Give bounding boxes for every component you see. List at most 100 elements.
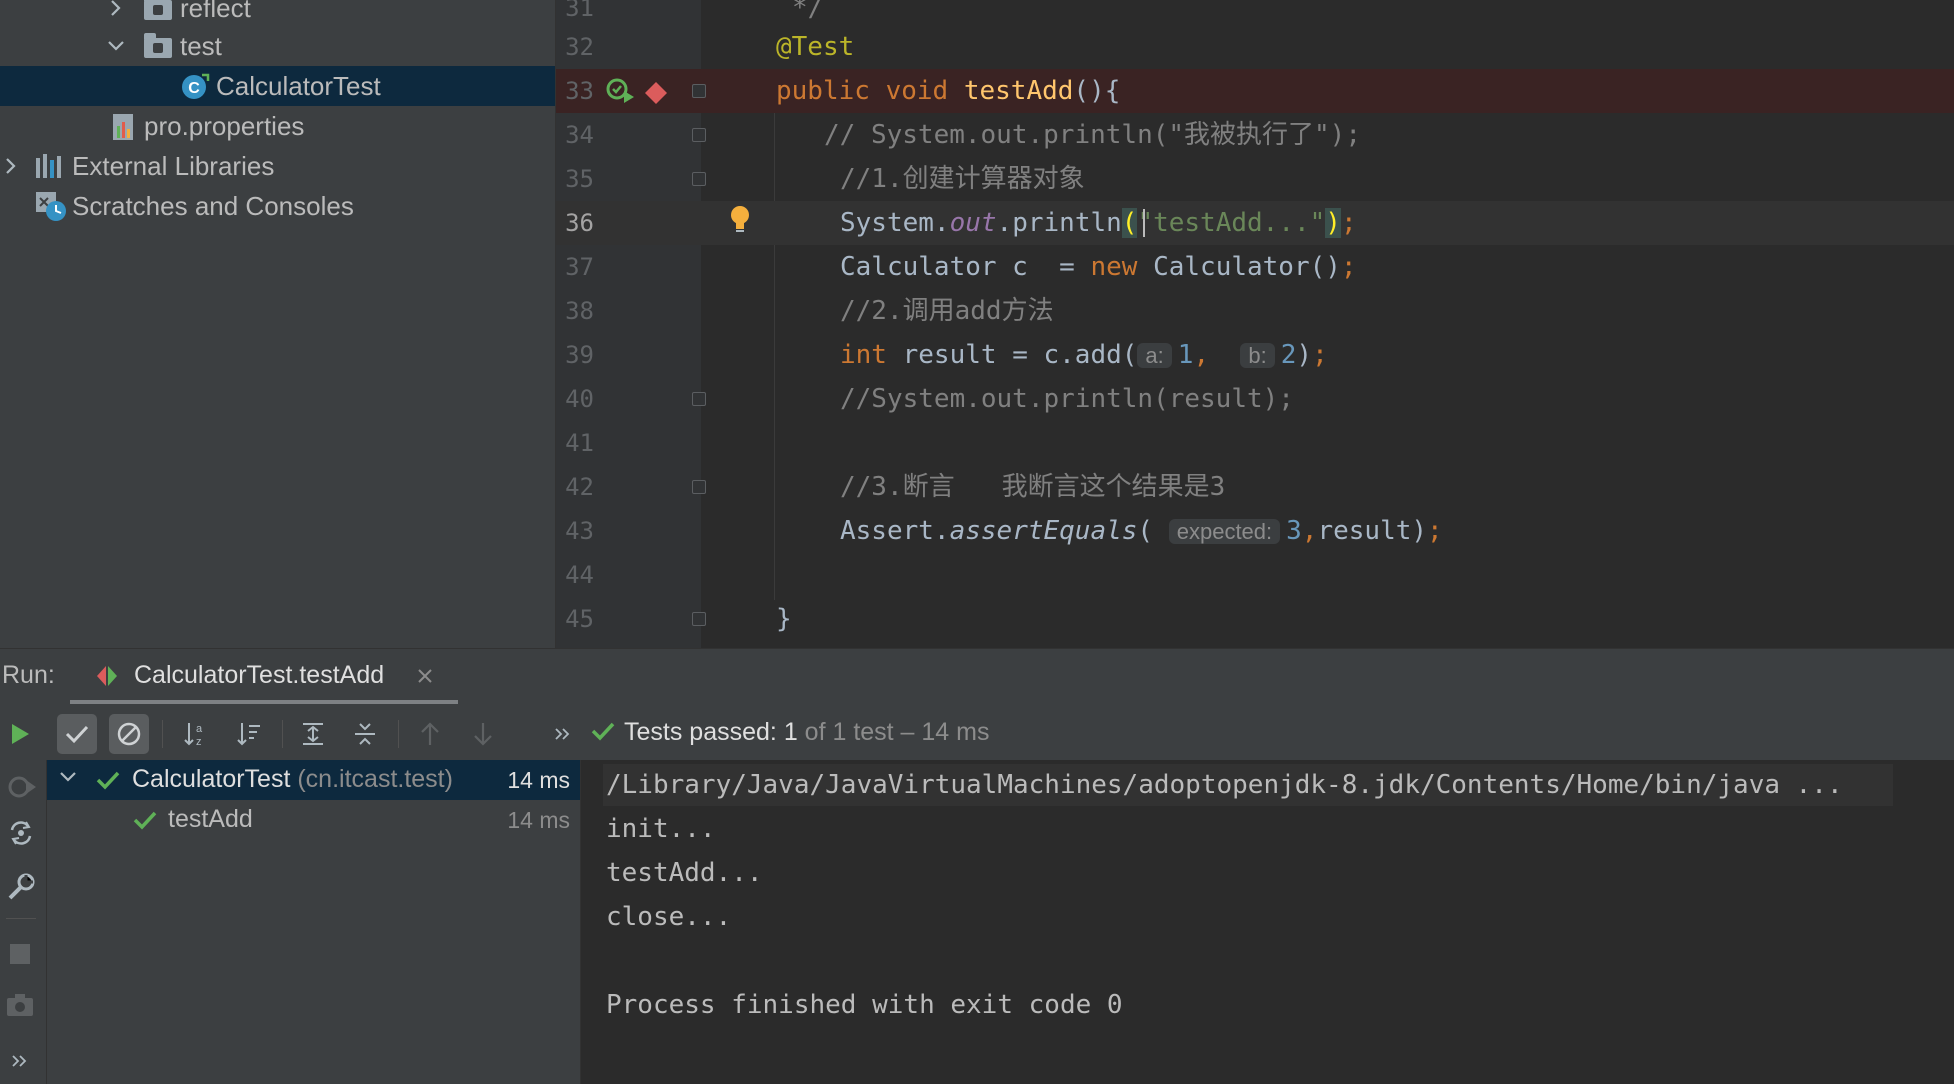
- settings-wrench-icon[interactable]: [6, 872, 36, 907]
- line-number: 44: [565, 561, 594, 589]
- console-exit-line: Process finished with exit code 0: [606, 990, 1123, 1020]
- tree-item-scratches[interactable]: Scratches and Consoles: [0, 186, 555, 226]
- lightbulb-icon[interactable]: [728, 203, 752, 240]
- tree-item-label: External Libraries: [72, 150, 275, 181]
- fold-marker-icon[interactable]: [692, 172, 706, 186]
- code-text: }: [776, 604, 792, 634]
- code-line-40[interactable]: 40 //System.out.println(result);: [556, 377, 1954, 421]
- run-side-toolbar: [0, 760, 47, 1084]
- parameter-hint: b:: [1240, 343, 1275, 368]
- code-text: //3.断言 我断言这个结果是3: [840, 472, 1226, 502]
- line-number: 43: [565, 517, 594, 545]
- breakpoint-icon[interactable]: [644, 81, 668, 110]
- code-text: //2.调用add方法: [840, 296, 1054, 326]
- line-number: 42: [565, 473, 594, 501]
- sort-by-duration-icon[interactable]: [229, 714, 269, 754]
- tree-item-calculatortest[interactable]: C CalculatorTest: [0, 66, 555, 106]
- rerun-button[interactable]: [0, 714, 40, 754]
- line-number: 37: [565, 253, 594, 281]
- close-tab-icon[interactable]: [416, 667, 434, 690]
- line-number: 41: [565, 429, 594, 457]
- test-case-name: testAdd: [168, 805, 253, 833]
- code-line-37[interactable]: 37 Calculator c = new Calculator();: [556, 245, 1954, 289]
- test-suite-row[interactable]: CalculatorTest (cn.itcast.test) 14 ms: [47, 760, 580, 800]
- sort-alphabetically-icon[interactable]: az: [176, 714, 216, 754]
- fold-marker-icon[interactable]: [692, 84, 706, 98]
- previous-failed-test-icon[interactable]: [410, 714, 450, 754]
- code-line-38[interactable]: 38 //2.调用add方法: [556, 289, 1954, 333]
- camera-icon[interactable]: [5, 992, 35, 1023]
- code-text: Assert.assertEquals( expected: 3,result);: [840, 516, 1443, 546]
- test-case-row[interactable]: testAdd 14 ms: [47, 800, 580, 840]
- console-line: close...: [606, 902, 732, 932]
- toggle-auto-test-icon[interactable]: [6, 818, 36, 853]
- next-failed-test-icon[interactable]: [463, 714, 503, 754]
- more-tools-icon[interactable]: [10, 1052, 30, 1075]
- code-line-32[interactable]: 32 @Test: [556, 25, 1954, 69]
- tree-item-label: Scratches and Consoles: [72, 190, 354, 221]
- fold-marker-icon[interactable]: [692, 128, 706, 142]
- console-line: init...: [606, 814, 716, 844]
- stop-icon[interactable]: [8, 942, 32, 971]
- tree-item-label: reflect: [180, 0, 251, 23]
- folder-icon: [144, 33, 172, 58]
- svg-text:C: C: [188, 80, 200, 97]
- line-number: 39: [565, 341, 594, 369]
- passed-check-icon: [132, 809, 158, 836]
- run-tab[interactable]: CalculatorTest.testAdd: [70, 649, 458, 705]
- fold-marker-icon[interactable]: [692, 612, 706, 626]
- test-case-time: 14 ms: [507, 807, 570, 833]
- show-ignored-toggle[interactable]: [109, 714, 149, 754]
- console-command-line: /Library/Java/JavaVirtualMachines/adopto…: [606, 770, 1843, 800]
- tree-item-label: CalculatorTest: [216, 70, 381, 101]
- code-text: @Test: [776, 32, 855, 62]
- code-line-41[interactable]: 41: [556, 421, 1954, 465]
- side-separator: [6, 918, 36, 919]
- code-line-43[interactable]: 43 Assert.assertEquals( expected: 3,resul…: [556, 509, 1954, 553]
- tests-passed-check-icon: [590, 720, 616, 747]
- code-line-36[interactable]: 36 System.out.println("testAdd...");: [556, 201, 1954, 245]
- show-passed-toggle[interactable]: [57, 714, 97, 754]
- more-actions-icon[interactable]: [543, 714, 583, 754]
- fold-marker-icon[interactable]: [692, 392, 706, 406]
- toolbar-separator: [282, 720, 283, 748]
- tree-item-pro-properties[interactable]: pro.properties: [0, 106, 555, 146]
- svg-text:z: z: [196, 736, 202, 748]
- debug-rerun-icon[interactable]: [6, 772, 38, 807]
- code-text: int result = c.add(a: 1, b: 2);: [840, 340, 1328, 370]
- expand-all-icon[interactable]: [293, 714, 333, 754]
- code-text: System.out.println("testAdd...");: [840, 208, 1357, 238]
- tree-item-test[interactable]: test: [0, 26, 555, 66]
- scratches-icon: [34, 190, 68, 222]
- line-number: 36: [565, 209, 594, 237]
- folder-icon: [144, 0, 172, 20]
- code-editor[interactable]: 31 */ 32 @Test 33 public void testAdd(){…: [556, 0, 1954, 648]
- code-line-33[interactable]: 33 public void testAdd(){: [556, 69, 1954, 113]
- code-text: //1.创建计算器对象: [840, 164, 1085, 194]
- code-line-35[interactable]: 35 //1.创建计算器对象: [556, 157, 1954, 201]
- tree-item-reflect[interactable]: reflect: [0, 0, 555, 28]
- code-line-42[interactable]: 42 //3.断言 我断言这个结果是3: [556, 465, 1954, 509]
- chevron-right-icon[interactable]: [105, 0, 127, 19]
- tree-item-external-libraries[interactable]: External Libraries: [0, 146, 555, 186]
- code-line-44[interactable]: 44: [556, 553, 1954, 597]
- code-line-45[interactable]: 45 }: [556, 597, 1954, 641]
- console-output[interactable]: /Library/Java/JavaVirtualMachines/adopto…: [581, 760, 1954, 1084]
- test-results-tree: CalculatorTest (cn.itcast.test) 14 ms te…: [47, 760, 581, 1084]
- chevron-down-icon[interactable]: [59, 770, 77, 789]
- test-run-config-icon: [94, 663, 120, 694]
- test-status-text: Tests passed: 1 of 1 test – 14 ms: [624, 718, 990, 746]
- toolbar-separator: [162, 720, 163, 748]
- line-number: 32: [565, 33, 594, 61]
- collapse-all-icon[interactable]: [345, 714, 385, 754]
- run-tab-title: CalculatorTest.testAdd: [134, 661, 385, 689]
- code-line-34[interactable]: 34 // System.out.println("我被执行了");: [556, 113, 1954, 157]
- fold-marker-icon[interactable]: [692, 480, 706, 494]
- code-text: //System.out.println(result);: [840, 384, 1294, 414]
- chevron-down-icon[interactable]: [105, 35, 127, 57]
- run-test-gutter-icon[interactable]: [606, 77, 636, 110]
- console-line: testAdd...: [606, 858, 763, 888]
- test-suite-time: 14 ms: [507, 767, 570, 793]
- code-line-39[interactable]: 39 int result = c.add(a: 1, b: 2);: [556, 333, 1954, 377]
- chevron-right-icon[interactable]: [0, 155, 22, 177]
